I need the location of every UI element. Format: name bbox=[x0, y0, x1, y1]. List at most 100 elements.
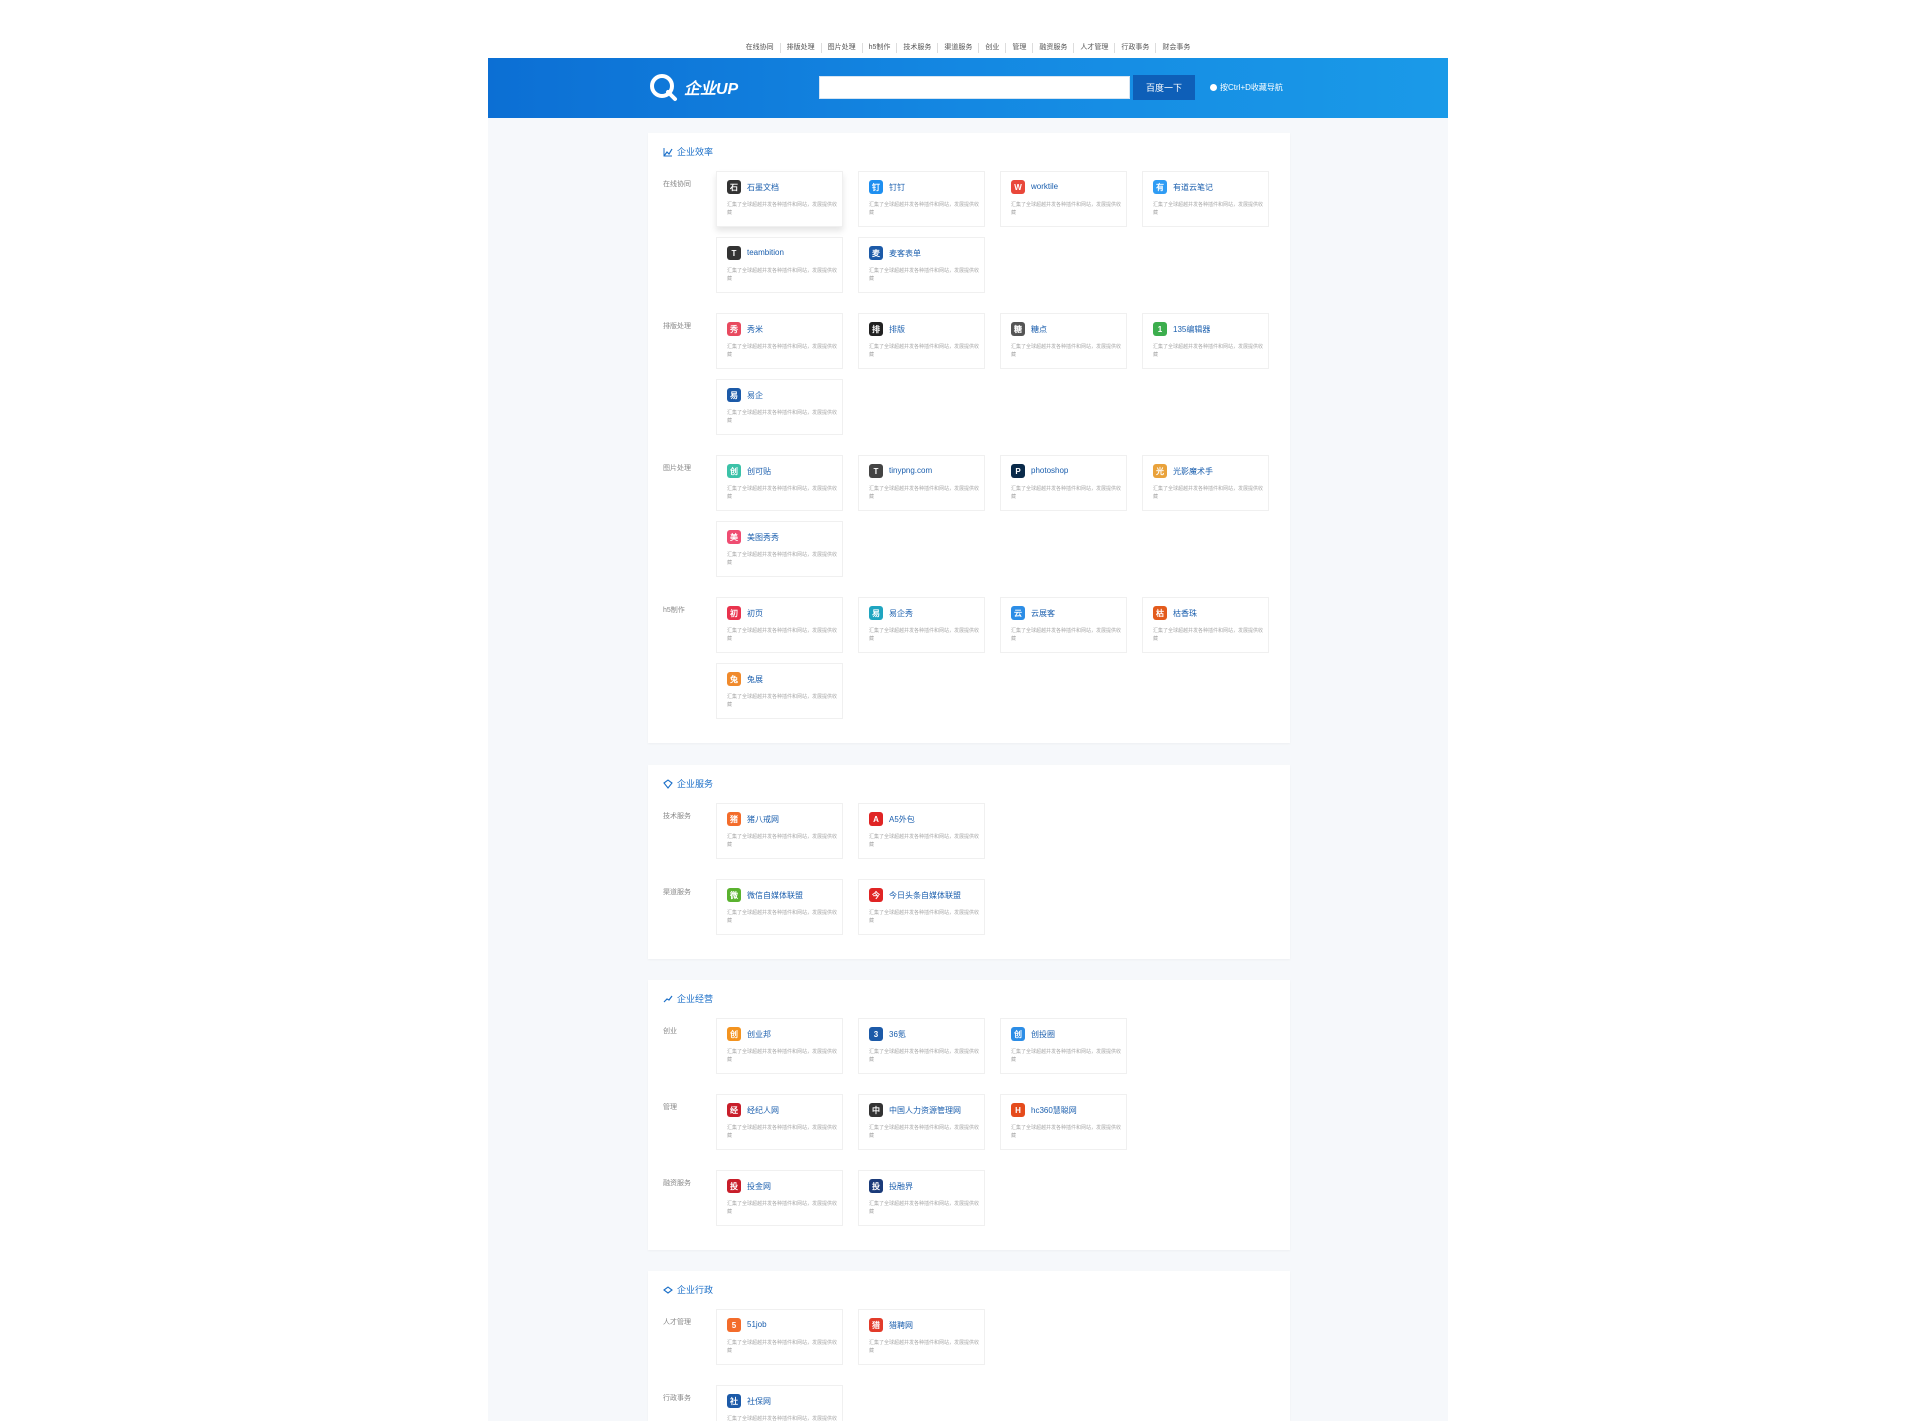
site-card-name: tinypng.com bbox=[889, 466, 933, 475]
135-editor-icon: 1 bbox=[1153, 322, 1167, 336]
site-card-description: 汇集了全球超越并发各种插件和网站，发展提供收藏 bbox=[1153, 344, 1264, 358]
site-card[interactable]: 石石墨文档 汇集了全球超越并发各种插件和网站，发展提供收藏 bbox=[716, 171, 843, 227]
section-title: 企业行政 bbox=[663, 1283, 713, 1296]
logo-q-icon bbox=[650, 74, 677, 101]
site-card-description: 汇集了全球超越并发各种插件和网站，发展提供收藏 bbox=[869, 202, 980, 216]
site-card-description: 汇集了全球超越并发各种插件和网站，发展提供收藏 bbox=[727, 202, 838, 216]
search-input[interactable] bbox=[819, 76, 1130, 99]
site-card-name: A5外包 bbox=[889, 815, 915, 824]
site-card[interactable]: Pphotoshop 汇集了全球超越并发各种插件和网站，发展提供收藏 bbox=[1000, 455, 1127, 511]
touzi-icon: 投 bbox=[727, 1179, 741, 1193]
topnav-item[interactable]: 行政事务 bbox=[1115, 43, 1157, 53]
site-card[interactable]: 猎猎聘网 汇集了全球超越并发各种插件和网站，发展提供收藏 bbox=[858, 1309, 985, 1365]
site-card[interactable]: Wworktile 汇集了全球超越并发各种插件和网站，发展提供收藏 bbox=[1000, 171, 1127, 227]
site-card-description: 汇集了全球超越并发各种插件和网站，发展提供收藏 bbox=[869, 1049, 980, 1063]
paiban-icon: 排 bbox=[869, 322, 883, 336]
category-label: 管理 bbox=[663, 1104, 677, 1111]
bookmark-hint[interactable]: 按Ctrl+D收藏导航 bbox=[1210, 82, 1283, 93]
site-card[interactable]: 投投融界 汇集了全球超越并发各种插件和网站，发展提供收藏 bbox=[858, 1170, 985, 1226]
site-card-description: 汇集了全球超越并发各种插件和网站，发展提供收藏 bbox=[727, 1049, 838, 1063]
category-label: 技术服务 bbox=[663, 813, 691, 820]
hrm-icon: 中 bbox=[869, 1103, 883, 1117]
site-card[interactable]: 经经纪人网 汇集了全球超越并发各种插件和网站，发展提供收藏 bbox=[716, 1094, 843, 1150]
topnav-item[interactable]: 图片处理 bbox=[822, 43, 863, 53]
site-card-name: 枯香珠 bbox=[1173, 609, 1197, 618]
kuxiang-icon: 枯 bbox=[1153, 606, 1167, 620]
site-card-description: 汇集了全球超越并发各种插件和网站，发展提供收藏 bbox=[1153, 628, 1264, 642]
site-card[interactable]: 易易企秀 汇集了全球超越并发各种插件和网站，发展提供收藏 bbox=[858, 597, 985, 653]
site-card[interactable]: 猪猪八戒网 汇集了全球超越并发各种插件和网站，发展提供收藏 bbox=[716, 803, 843, 859]
site-card[interactable]: 兔兔展 汇集了全球超越并发各种插件和网站，发展提供收藏 bbox=[716, 663, 843, 719]
topnav-item[interactable]: 融资服务 bbox=[1033, 43, 1075, 53]
site-card-name: 初页 bbox=[747, 609, 763, 618]
site-card-name: 投金网 bbox=[747, 1182, 771, 1191]
dingtalk-icon: 钉 bbox=[869, 180, 883, 194]
site-card[interactable]: 秀秀米 汇集了全球超越并发各种插件和网站，发展提供收藏 bbox=[716, 313, 843, 369]
site-card[interactable]: 今今日头条自媒体联盟 汇集了全球超越并发各种插件和网站，发展提供收藏 bbox=[858, 879, 985, 935]
yiqi-icon: 易 bbox=[727, 388, 741, 402]
site-card[interactable]: 初初页 汇集了全球超越并发各种插件和网站，发展提供收藏 bbox=[716, 597, 843, 653]
site-card-name: 兔展 bbox=[747, 675, 763, 684]
site-card[interactable]: 创创业邦 汇集了全球超越并发各种插件和网站，发展提供收藏 bbox=[716, 1018, 843, 1074]
site-logo[interactable]: 企业UP bbox=[648, 72, 738, 102]
site-card[interactable]: 中中国人力资源管理网 汇集了全球超越并发各种插件和网站，发展提供收藏 bbox=[858, 1094, 985, 1150]
site-card-description: 汇集了全球超越并发各种插件和网站，发展提供收藏 bbox=[727, 268, 838, 282]
site-card[interactable]: 麦麦客表单 汇集了全球超越并发各种插件和网站，发展提供收藏 bbox=[858, 237, 985, 293]
topnav-item[interactable]: h5制作 bbox=[863, 43, 898, 53]
mikecrm-icon: 麦 bbox=[869, 246, 883, 260]
site-card[interactable]: 钉钉钉 汇集了全球超越并发各种插件和网站，发展提供收藏 bbox=[858, 171, 985, 227]
site-card-description: 汇集了全球超越并发各种插件和网站，发展提供收藏 bbox=[869, 344, 980, 358]
site-card[interactable]: 投投金网 汇集了全球超越并发各种插件和网站，发展提供收藏 bbox=[716, 1170, 843, 1226]
site-card[interactable]: 枯枯香珠汇集了全球超越并发各种插件和网站，发展提供收藏 bbox=[1142, 597, 1269, 653]
site-card-description: 汇集了全球超越并发各种插件和网站，发展提供收藏 bbox=[1011, 344, 1122, 358]
topnav-item[interactable]: 在线协同 bbox=[740, 43, 781, 53]
topnav-item[interactable]: 创业 bbox=[979, 43, 1007, 53]
topnav-item[interactable]: 人才管理 bbox=[1074, 43, 1116, 53]
site-card-name: 麦客表单 bbox=[889, 249, 921, 258]
youdao-note-icon: 有 bbox=[1153, 180, 1167, 194]
category-label: 在线协同 bbox=[663, 181, 691, 188]
vc-icon: 创 bbox=[1011, 1027, 1025, 1041]
site-card[interactable]: A A5外包 汇集了全球超越并发各种插件和网站，发展提供收藏 bbox=[858, 803, 985, 859]
site-card-description: 汇集了全球超越并发各种插件和网站，发展提供收藏 bbox=[1011, 628, 1122, 642]
site-card[interactable]: 排排版 汇集了全球超越并发各种插件和网站，发展提供收藏 bbox=[858, 313, 985, 369]
tangdian-icon: 糖 bbox=[1011, 322, 1025, 336]
site-card[interactable]: 美美图秀秀 汇集了全球超越并发各种插件和网站，发展提供收藏 bbox=[716, 521, 843, 577]
site-card-name: 经纪人网 bbox=[747, 1106, 779, 1115]
topnav-item[interactable]: 管理 bbox=[1006, 43, 1034, 53]
section-icon bbox=[663, 995, 673, 1002]
section-title: 企业效率 bbox=[663, 145, 713, 158]
site-card[interactable]: 云云展客 汇集了全球超越并发各种插件和网站，发展提供收藏 bbox=[1000, 597, 1127, 653]
topnav-item[interactable]: 排版处理 bbox=[781, 43, 822, 53]
site-card[interactable]: Tteambition 汇集了全球超越并发各种插件和网站，发展提供收藏 bbox=[716, 237, 843, 293]
site-card[interactable]: 创创投圈 汇集了全球超越并发各种插件和网站，发展提供收藏 bbox=[1000, 1018, 1127, 1074]
topnav-item[interactable]: 渠道服务 bbox=[938, 43, 980, 53]
site-card-name: 光影魔术手 bbox=[1173, 467, 1213, 476]
site-card[interactable]: 有有道云笔记 汇集了全球超越并发各种插件和网站，发展提供收藏 bbox=[1142, 171, 1269, 227]
site-card-description: 汇集了全球超越并发各种插件和网站，发展提供收藏 bbox=[869, 1201, 980, 1215]
site-card[interactable]: 微微信自媒体联盟 汇集了全球超越并发各种插件和网站，发展提供收藏 bbox=[716, 879, 843, 935]
site-card[interactable]: 1 135编辑器 汇集了全球超越并发各种插件和网站，发展提供收藏 bbox=[1142, 313, 1269, 369]
51job-icon: 5 bbox=[727, 1318, 741, 1332]
site-card-name: 易企秀 bbox=[889, 609, 913, 618]
chuye-icon: 初 bbox=[727, 606, 741, 620]
search-button[interactable]: 百度一下 bbox=[1133, 75, 1195, 100]
site-card[interactable]: 易易企 汇集了全球超越并发各种插件和网站，发展提供收藏 bbox=[716, 379, 843, 435]
worktile-icon: W bbox=[1011, 180, 1025, 194]
site-card[interactable]: 光光影魔术手 汇集了全球超越并发各种插件和网站，发展提供收藏 bbox=[1142, 455, 1269, 511]
site-card-description: 汇集了全球超越并发各种插件和网站，发展提供收藏 bbox=[727, 1416, 838, 1421]
site-card[interactable]: Ttinypng.com 汇集了全球超越并发各种插件和网站，发展提供收藏 bbox=[858, 455, 985, 511]
site-card[interactable]: Hhc360慧聪网 汇集了全球超越并发各种插件和网站，发展提供收藏 bbox=[1000, 1094, 1127, 1150]
site-card[interactable]: 社社保网汇集了全球超越并发各种插件和网站，发展提供收藏 bbox=[716, 1385, 843, 1421]
site-card[interactable]: 创创可贴 汇集了全球超越并发各种插件和网站，发展提供收藏 bbox=[716, 455, 843, 511]
topnav-item[interactable]: 财会事务 bbox=[1156, 43, 1196, 53]
site-card[interactable]: 糖糖点 汇集了全球超越并发各种插件和网站，发展提供收藏 bbox=[1000, 313, 1127, 369]
site-card[interactable]: 3 36氪 汇集了全球超越并发各种插件和网站，发展提供收藏 bbox=[858, 1018, 985, 1074]
page-frame: { "topnav": ["在线协同","排版处理","图片处理","h5制作"… bbox=[488, 0, 1448, 1421]
chuangkit-icon: 创 bbox=[727, 464, 741, 478]
site-card-name: 社保网 bbox=[747, 1397, 771, 1406]
logo-text: 企业UP bbox=[684, 81, 739, 98]
section-title-text: 企业经营 bbox=[677, 994, 714, 1004]
site-card[interactable]: 5 51job 汇集了全球超越并发各种插件和网站，发展提供收藏 bbox=[716, 1309, 843, 1365]
topnav-item[interactable]: 技术服务 bbox=[897, 43, 939, 53]
